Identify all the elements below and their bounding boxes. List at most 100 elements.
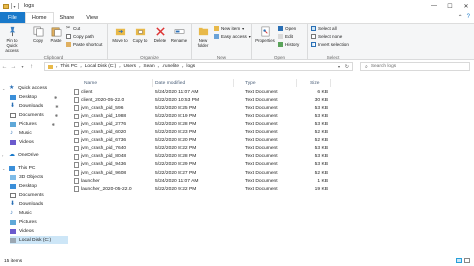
- easy-access-button[interactable]: Easy access ▾: [214, 34, 251, 39]
- nav-item-quick-access[interactable]: ⌄ ★ Quick access: [2, 84, 47, 92]
- up-arrow-icon[interactable]: ↑: [27, 64, 36, 70]
- file-row[interactable]: launcher 5/24/2020 11:07 AM Text Documen…: [70, 177, 330, 185]
- breadcrumb-this-pc[interactable]: This PC: [60, 64, 77, 69]
- open-group-label: Open: [273, 54, 286, 60]
- move-to-button[interactable]: Move to: [111, 26, 129, 43]
- new-item-button[interactable]: New item ▾: [214, 26, 244, 31]
- large-icons-view-button[interactable]: [464, 258, 470, 263]
- paste-shortcut-button[interactable]: Paste shortcut: [66, 42, 102, 47]
- file-row[interactable]: jvm_crash_pid_6020 5/22/2020 8:23 PM Tex…: [70, 129, 330, 137]
- file-row[interactable]: jvm_crash_pid_7640 5/22/2020 8:22 PM Tex…: [70, 145, 330, 153]
- easy-access-icon: [214, 34, 219, 39]
- breadcrumb-sean[interactable]: Sean: [143, 64, 154, 69]
- nav-item-pictures-pc[interactable]: Pictures: [10, 218, 37, 226]
- file-row[interactable]: jvm_crash_pid_1988 5/22/2020 8:19 PM Tex…: [70, 112, 330, 120]
- nav-item-videos[interactable]: Videos: [10, 138, 34, 146]
- file-row[interactable]: jvm_crash_pid_2776 5/22/2020 8:28 PM Tex…: [70, 120, 330, 128]
- paste-button[interactable]: Paste: [48, 26, 64, 43]
- nav-item-downloads[interactable]: ⬇ Downloads ✱: [10, 102, 59, 110]
- address-bar[interactable]: › This PC › Local Disk (C:) › Users › Se…: [44, 62, 353, 71]
- properties-button[interactable]: Properties: [254, 26, 276, 43]
- file-row[interactable]: jvm_crash_pid_9608 5/22/2020 8:27 PM Tex…: [70, 169, 330, 177]
- column-divider[interactable]: [233, 79, 234, 87]
- select-all-button[interactable]: Select all: [311, 26, 337, 31]
- column-divider[interactable]: [296, 79, 297, 87]
- close-button[interactable]: ✕: [458, 0, 474, 12]
- delete-button[interactable]: Delete: [152, 26, 168, 43]
- column-header-date[interactable]: Date modified: [155, 78, 185, 88]
- star-icon: ★: [9, 84, 15, 91]
- copy-to-button[interactable]: Copy to: [131, 26, 149, 43]
- tab-file[interactable]: File: [0, 12, 25, 23]
- invert-selection-button[interactable]: Invert selection: [311, 42, 349, 47]
- drive-icon: [10, 237, 16, 243]
- nav-item-documents-pc[interactable]: Documents: [10, 191, 44, 199]
- file-type-cell: Text Document: [245, 146, 278, 152]
- download-icon: ⬇: [10, 200, 16, 207]
- back-arrow-icon[interactable]: ←: [0, 64, 9, 70]
- nav-item-music-pc[interactable]: ♪ Music: [10, 209, 32, 217]
- file-row[interactable]: launcher_2020-05-22.0 5/22/2020 9:22 PM …: [70, 185, 330, 193]
- documents-icon: [10, 112, 16, 118]
- refresh-icon[interactable]: ↻: [345, 64, 349, 70]
- column-header-type[interactable]: Type: [245, 78, 256, 88]
- cut-button[interactable]: ✂ Cut: [66, 25, 80, 32]
- copy-button[interactable]: Copy: [30, 26, 46, 43]
- new-folder-button[interactable]: New folder: [194, 26, 212, 48]
- maximize-button[interactable]: ☐: [442, 0, 458, 12]
- column-header-name[interactable]: Name: [84, 78, 97, 88]
- file-name-cell: jvm_crash_pid_9436: [74, 161, 126, 169]
- nav-item-music[interactable]: ♪ Music: [10, 129, 32, 137]
- recent-locations-icon[interactable]: ▾: [18, 64, 27, 69]
- scissors-icon: ✂: [66, 25, 71, 31]
- file-row[interactable]: client 5/24/2020 11:07 AM Text Document …: [70, 88, 330, 96]
- rename-button[interactable]: Rename: [170, 26, 188, 43]
- cube-icon: [10, 174, 16, 180]
- chevron-right-icon: ›: [80, 64, 82, 69]
- tab-view[interactable]: View: [80, 12, 104, 23]
- nav-item-3d-objects[interactable]: 3D Objects: [10, 173, 43, 181]
- nav-item-videos-pc[interactable]: Videos: [10, 227, 34, 235]
- nav-item-onedrive[interactable]: › ☁ OneDrive: [2, 151, 39, 159]
- file-type-cell: Text Document: [245, 89, 278, 95]
- column-header-size[interactable]: Size: [310, 78, 320, 88]
- file-row[interactable]: jvm_crash_pid_6736 5/22/2020 8:20 PM Tex…: [70, 137, 330, 145]
- select-none-icon: [311, 34, 316, 39]
- open-button[interactable]: Open: [278, 26, 296, 31]
- tab-home[interactable]: Home: [24, 12, 54, 23]
- nav-item-documents[interactable]: Documents ✱: [10, 111, 58, 119]
- forward-arrow-icon[interactable]: →: [9, 64, 18, 70]
- nav-item-pictures[interactable]: Pictures ✱: [10, 120, 55, 128]
- nav-item-this-pc[interactable]: ⌄ This PC: [2, 164, 35, 172]
- quick-access-down-icon[interactable]: ▾: [14, 4, 16, 9]
- breadcrumb-users[interactable]: Users: [124, 64, 137, 69]
- nav-item-downloads-pc[interactable]: ⬇ Downloads: [10, 200, 43, 208]
- file-row[interactable]: client_2020-05-22.0 5/22/2020 10:53 PM T…: [70, 96, 330, 104]
- column-divider[interactable]: [330, 79, 331, 87]
- breadcrumb-local-disk[interactable]: Local Disk (C:): [85, 64, 116, 69]
- nav-item-local-disk[interactable]: Local Disk (C:): [10, 236, 68, 244]
- nav-item-desktop-pc[interactable]: Desktop: [10, 182, 37, 190]
- computer-icon: [9, 165, 15, 171]
- minimize-button[interactable]: —: [426, 0, 442, 12]
- file-row[interactable]: jvm_crash_pid_596 5/22/2020 8:25 PM Text…: [70, 104, 330, 112]
- details-view-button[interactable]: [456, 258, 462, 263]
- help-icon[interactable]: ?: [467, 14, 470, 21]
- file-row[interactable]: jvm_crash_pid_8048 5/22/2020 8:28 PM Tex…: [70, 153, 330, 161]
- file-type-cell: Text Document: [245, 138, 278, 144]
- history-button[interactable]: History: [278, 42, 299, 47]
- breadcrumb-logs[interactable]: logs: [186, 64, 195, 69]
- pin-to-quick-access-button[interactable]: Pin to Quick access: [2, 26, 22, 53]
- search-input[interactable]: ⌕ Search logs: [360, 62, 470, 71]
- column-divider[interactable]: [152, 79, 153, 87]
- file-date-cell: 5/22/2020 8:29 PM: [155, 162, 197, 168]
- tab-share[interactable]: Share: [54, 12, 81, 23]
- file-row[interactable]: jvm_crash_pid_9436 5/22/2020 8:29 PM Tex…: [70, 161, 330, 169]
- edit-button[interactable]: Edit: [278, 34, 293, 39]
- copy-path-button[interactable]: Copy path: [66, 34, 94, 39]
- select-none-button[interactable]: Select none: [311, 34, 342, 39]
- collapse-ribbon-icon[interactable]: ⌃: [458, 14, 463, 21]
- nav-item-desktop[interactable]: Desktop ✱: [10, 93, 57, 101]
- breadcrumb-runelite[interactable]: .runelite: [162, 64, 179, 69]
- address-dropdown-icon[interactable]: ▾: [338, 64, 340, 69]
